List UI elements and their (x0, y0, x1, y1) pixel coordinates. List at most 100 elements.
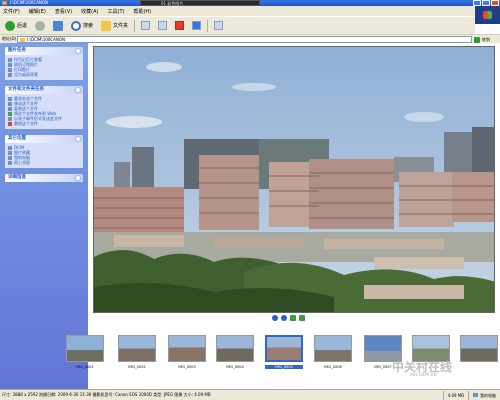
order-prints-icon (8, 62, 12, 67)
panel-title: 其它位置 (8, 136, 26, 141)
thumbnail[interactable]: IMG_0002 (118, 335, 156, 377)
address-label: 地址(D) (2, 36, 17, 41)
publish-web-icon (8, 111, 12, 116)
email-icon (8, 116, 12, 121)
panel-title: 图片任务 (8, 48, 26, 53)
menu-tools[interactable]: 工具(T) (108, 8, 125, 15)
thumbnail-image (168, 335, 206, 362)
move-to-icon (141, 21, 151, 30)
details-panel: 详细信息 (5, 174, 83, 182)
status-details: 尺寸: 3888 x 2592 拍摄日期: 2009-6-30 11:36 摄影… (2, 392, 211, 397)
expand-chevron-icon[interactable] (75, 175, 81, 181)
thumbnail[interactable]: IMG_0001 (66, 335, 104, 377)
size-value: 4.09 MB (447, 392, 464, 398)
thumbnail-caption: IMG_0003 (178, 365, 196, 369)
folder-icon (2, 1, 7, 5)
thumbnail-caption: IMG_0001 (76, 365, 94, 369)
thumbnail[interactable]: IMG_0006 (314, 335, 352, 377)
task-label: 删除这个文件 (14, 121, 38, 126)
thumbnail-caption: IMG_0006 (324, 365, 342, 369)
delete-button[interactable] (173, 19, 186, 33)
thumbnail-image (265, 335, 303, 362)
delete-icon (175, 21, 185, 30)
undo-icon (192, 21, 202, 30)
address-input[interactable]: I:\DCIM\100CANON (17, 36, 472, 43)
thumbnail[interactable]: IMG_0004 (216, 335, 254, 377)
views-button[interactable] (212, 19, 225, 33)
thumbnail-image (66, 335, 104, 362)
place-network[interactable]: 网上邻居 (5, 160, 83, 165)
back-label: 后退 (17, 23, 28, 29)
thumbnail[interactable]: IMG_0003 (168, 335, 206, 377)
menu-favorites[interactable]: 收藏(A) (81, 8, 98, 15)
pictures-folder-icon (8, 150, 12, 155)
undo-button[interactable] (190, 19, 203, 33)
location-value: 我的电脑 (480, 392, 496, 398)
collapse-chevron-icon[interactable] (75, 136, 81, 142)
address-bar: 地址(D) I:\DCIM\100CANON 转到 (0, 34, 500, 43)
forward-button[interactable] (33, 19, 47, 33)
next-image-button[interactable] (281, 315, 287, 321)
filmstrip: IMG_0001 IMG_0002 IMG_0003 IMG_0004 IMG_… (66, 325, 500, 385)
up-button[interactable] (51, 19, 65, 33)
preview-image[interactable] (93, 46, 495, 313)
panel-title: 文件和文件夹任务 (8, 87, 44, 92)
delete-icon (8, 121, 12, 126)
task-delete[interactable]: 删除这个文件 (5, 121, 83, 126)
up-folder-icon (53, 20, 64, 31)
thumbnail-selected[interactable]: IMG_0005 (265, 335, 303, 377)
picture-tasks-panel: 图片任务 作为幻灯片查看 联机订购照片 打印图片 设为桌面背景 (5, 47, 83, 80)
details-header[interactable]: 详细信息 (5, 174, 83, 182)
go-arrow-icon (474, 36, 480, 43)
city-photo (94, 47, 494, 312)
thumbnail[interactable] (460, 335, 498, 377)
menu-edit[interactable]: 编辑(E) (29, 8, 46, 15)
collapse-chevron-icon[interactable] (75, 48, 81, 54)
menu-bar: 文件(F) 编辑(E) 查看(V) 收藏(A) 工具(T) 帮助(H) (0, 6, 500, 16)
collapse-chevron-icon[interactable] (75, 87, 81, 93)
thumbnail-caption: IMG_0002 (128, 365, 146, 369)
menu-file[interactable]: 文件(F) (3, 8, 20, 15)
thumbnail-image (118, 335, 156, 362)
computer-icon (8, 155, 12, 160)
rotate-counterclockwise-button[interactable] (299, 315, 305, 321)
folders-button[interactable]: 文件夹 (99, 19, 130, 33)
place-label: 网上邻居 (14, 160, 30, 165)
folders-label: 文件夹 (113, 23, 129, 29)
copy-to-button[interactable] (156, 19, 169, 33)
copy-to-icon (158, 21, 168, 30)
status-size: 4.09 MB (442, 390, 468, 400)
network-icon (8, 160, 12, 165)
address-value: I:\DCIM\100CANON (27, 37, 66, 42)
folder-icon (20, 37, 25, 42)
go-button[interactable]: 转到 (474, 36, 498, 43)
thumbnail-image (314, 335, 352, 362)
task-set-background[interactable]: 设为桌面背景 (5, 72, 83, 77)
menu-help[interactable]: 帮助(H) (133, 8, 151, 15)
task-label: 设为桌面背景 (14, 72, 38, 77)
back-button[interactable]: 后退 (3, 19, 29, 33)
search-button[interactable]: 搜索 (69, 19, 95, 33)
rename-icon (8, 96, 12, 101)
move-to-button[interactable] (139, 19, 152, 33)
toolbar: 后退 搜索 文件夹 (0, 16, 475, 34)
folder-icon (8, 145, 12, 150)
menu-view[interactable]: 查看(V) (55, 8, 72, 15)
folders-icon (101, 20, 112, 31)
thumbnail-image (460, 335, 498, 362)
print-icon (8, 67, 12, 72)
preview-controls (272, 315, 305, 321)
computer-icon (473, 393, 478, 397)
go-label: 转到 (482, 36, 490, 42)
status-bar: 尺寸: 3888 x 2592 拍摄日期: 2009-6-30 11:36 摄影… (0, 389, 500, 400)
back-arrow-icon (5, 20, 15, 31)
search-label: 搜索 (83, 23, 94, 29)
forward-arrow-icon (35, 20, 46, 31)
other-places-header[interactable]: 其它位置 (5, 135, 83, 143)
views-icon (214, 21, 224, 30)
desktop-icon (8, 72, 12, 77)
previous-image-button[interactable] (272, 315, 278, 321)
picture-tasks-header[interactable]: 图片任务 (5, 47, 83, 55)
rotate-clockwise-button[interactable] (290, 315, 296, 321)
file-tasks-header[interactable]: 文件和文件夹任务 (5, 86, 83, 94)
